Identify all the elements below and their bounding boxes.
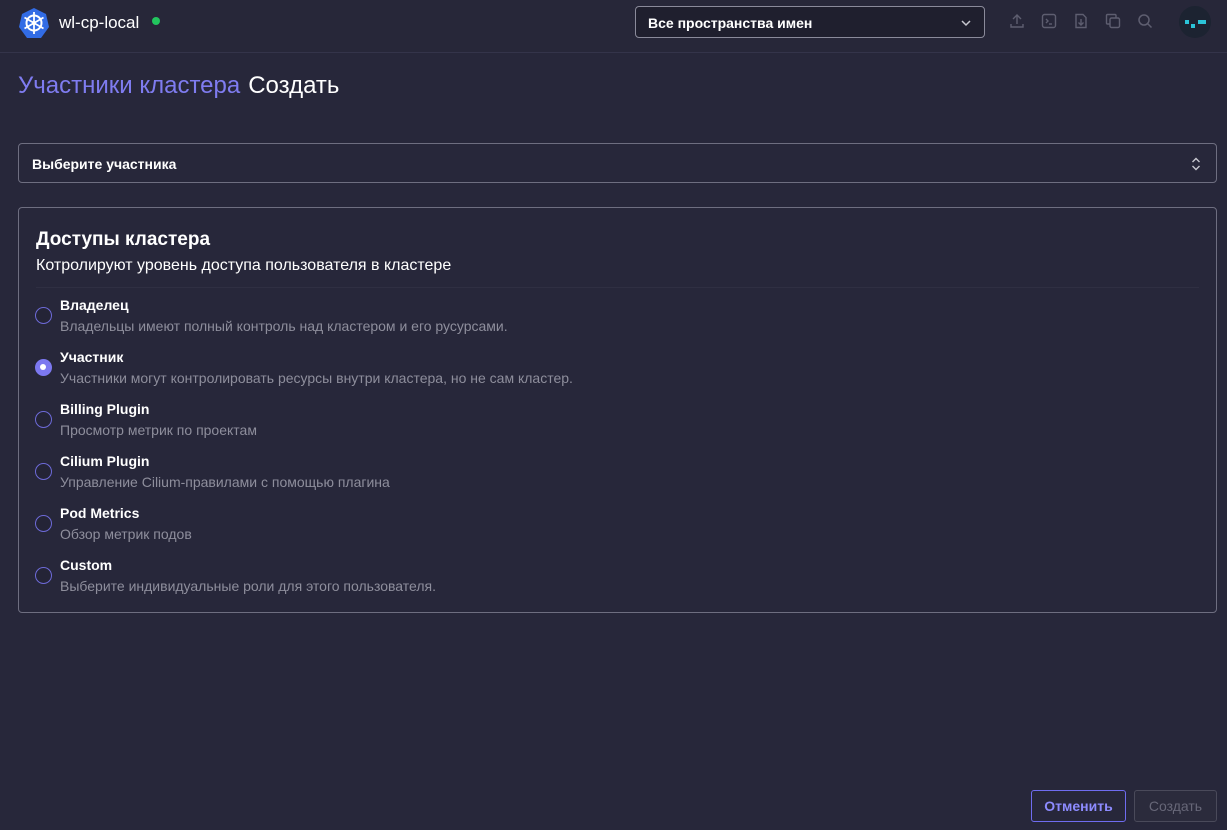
- namespace-select-value: Все пространства имен: [648, 15, 813, 31]
- role-option-owner[interactable]: Владелец Владельцы имеют полный контроль…: [35, 297, 1185, 341]
- terminal-icon[interactable]: [1041, 13, 1057, 29]
- search-icon[interactable]: [1137, 13, 1153, 29]
- page-action-title: Создать: [248, 72, 340, 99]
- role-label: Pod Metrics: [60, 505, 140, 521]
- role-label: Custom: [60, 557, 113, 573]
- cancel-button[interactable]: Отменить: [1031, 790, 1126, 822]
- create-button[interactable]: Создать: [1134, 790, 1217, 822]
- cluster-status-dot: [152, 17, 160, 25]
- role-description: Владельцы имеют полный контроль над клас…: [60, 318, 508, 334]
- import-file-icon[interactable]: [1073, 13, 1089, 29]
- top-bar: wl-cp-local Все пространства имен: [0, 0, 1227, 53]
- cluster-name[interactable]: wl-cp-local: [59, 13, 139, 33]
- radio-button[interactable]: [35, 411, 52, 428]
- radio-button[interactable]: [35, 307, 52, 324]
- namespace-select[interactable]: Все пространства имен: [635, 6, 985, 38]
- role-label: Участник: [60, 349, 124, 365]
- radio-button[interactable]: [35, 567, 52, 584]
- user-avatar[interactable]: [1179, 6, 1211, 38]
- page-title: Участники кластера Создать: [18, 72, 339, 100]
- role-description: Выберите индивидуальные роли для этого п…: [60, 578, 436, 594]
- kubernetes-logo-icon[interactable]: [18, 7, 50, 39]
- role-description: Обзор метрик подов: [60, 526, 192, 542]
- role-label: Billing Plugin: [60, 401, 150, 417]
- cluster-permissions-panel: Доступы кластера Котролируют уровень дос…: [18, 207, 1217, 613]
- role-option-cilium-plugin[interactable]: Cilium Plugin Управление Cilium-правилам…: [35, 453, 1185, 497]
- role-option-billing-plugin[interactable]: Billing Plugin Просмотр метрик по проект…: [35, 401, 1185, 445]
- avatar-pattern-icon: [1185, 20, 1206, 28]
- chevron-down-icon: [961, 20, 971, 27]
- breadcrumb-cluster-members[interactable]: Участники кластера: [18, 72, 240, 99]
- divider: [36, 287, 1199, 288]
- role-option-pod-metrics[interactable]: Pod Metrics Обзор метрик подов: [35, 505, 1185, 549]
- chevron-up-down-icon: [1192, 157, 1200, 171]
- role-description: Управление Cilium-правилами с помощью пл…: [60, 474, 390, 490]
- member-select[interactable]: Выберите участника: [18, 143, 1217, 183]
- member-select-placeholder: Выберите участника: [32, 156, 177, 172]
- radio-button-checked[interactable]: [35, 359, 52, 376]
- upload-icon[interactable]: [1009, 13, 1025, 29]
- role-option-custom[interactable]: Custom Выберите индивидуальные роли для …: [35, 557, 1185, 601]
- permissions-subtitle: Котролируют уровень доступа пользователя…: [36, 257, 452, 274]
- permissions-title: Доступы кластера: [36, 229, 211, 250]
- copy-icon[interactable]: [1105, 13, 1121, 29]
- radio-button[interactable]: [35, 463, 52, 480]
- role-description: Просмотр метрик по проектам: [60, 422, 257, 438]
- role-option-member[interactable]: Участник Участники могут контролировать …: [35, 349, 1185, 393]
- role-description: Участники могут контролировать ресурсы в…: [60, 370, 573, 386]
- radio-button[interactable]: [35, 515, 52, 532]
- role-label: Cilium Plugin: [60, 453, 150, 469]
- role-label: Владелец: [60, 297, 129, 313]
